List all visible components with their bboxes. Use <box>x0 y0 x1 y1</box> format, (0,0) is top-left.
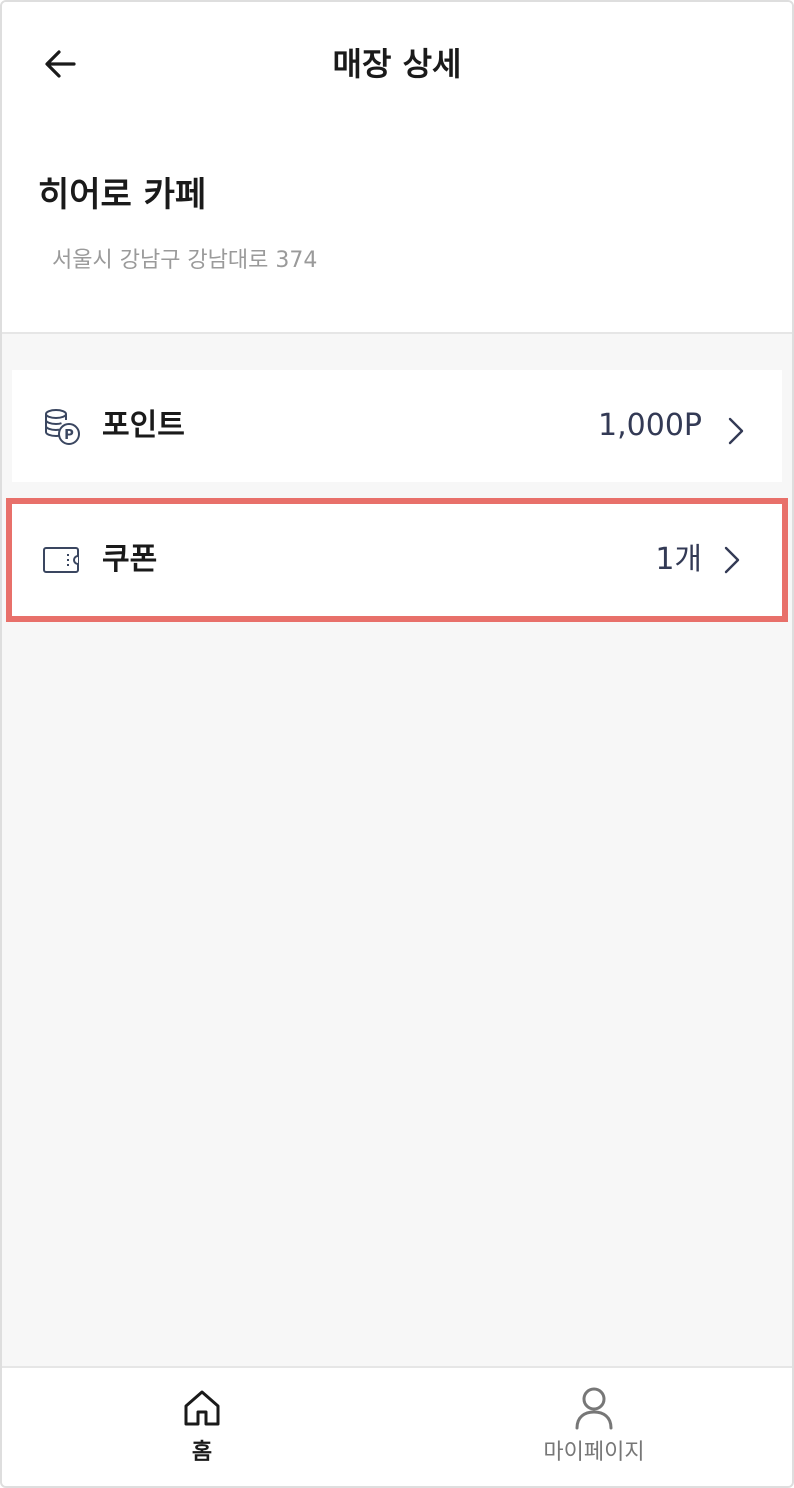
points-label: 포인트 <box>102 408 185 443</box>
store-info-section: 히어로 카페 서울시 강남구 강남대로 374 <box>2 122 792 334</box>
nav-label-home: 홈 <box>191 1440 213 1465</box>
svg-text:P: P <box>64 428 74 443</box>
nav-item-home[interactable]: 홈 <box>102 1368 302 1486</box>
nav-label-mypage: 마이페이지 <box>543 1440 645 1465</box>
store-address: 서울시 강남구 강남대로 374 <box>52 248 318 273</box>
top-app-bar: 매장 상세 <box>2 2 792 122</box>
coupon-ticket-icon <box>42 540 82 580</box>
points-value: 1,000P <box>598 408 702 443</box>
bottom-navigation: 홈 마이페이지 <box>2 1366 792 1486</box>
coupon-value: 1개 <box>655 542 702 577</box>
home-icon <box>102 1386 302 1430</box>
points-coins-icon: P <box>42 406 82 446</box>
app-frame: 매장 상세 히어로 카페 서울시 강남구 강남대로 374 P 포인트 1,00… <box>0 0 794 1488</box>
coupon-chevron-right-icon <box>720 545 744 575</box>
points-chevron-right-icon[interactable] <box>724 416 748 446</box>
coupon-label: 쿠폰 <box>102 542 158 577</box>
store-name: 히어로 카페 <box>38 175 207 215</box>
coupon-row[interactable]: 쿠폰 1개 <box>6 498 788 622</box>
points-row[interactable]: P 포인트 1,000P <box>12 370 726 482</box>
user-icon <box>494 1386 694 1430</box>
nav-item-mypage[interactable]: 마이페이지 <box>494 1368 694 1486</box>
page-title: 매장 상세 <box>332 45 462 83</box>
